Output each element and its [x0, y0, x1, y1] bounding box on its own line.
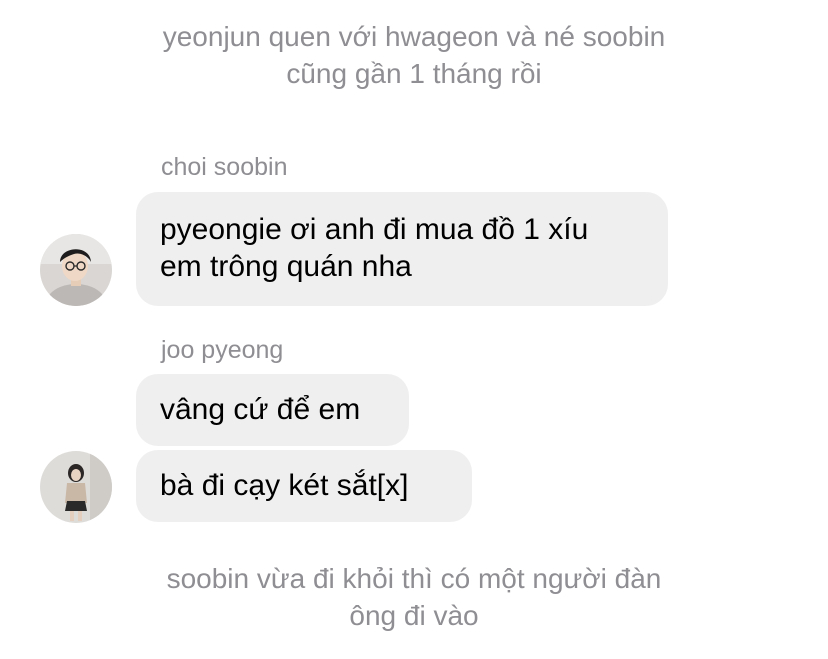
- message-line-1: pyeongie ơi anh đi mua đồ 1 xíu: [160, 213, 589, 246]
- narration-bottom: soobin vừa đi khỏi thì có một người đàn …: [0, 560, 828, 634]
- narration-bottom-line-1: soobin vừa đi khỏi thì có một người đàn: [166, 563, 662, 594]
- sender-name: joo pyeong: [161, 336, 284, 364]
- narration-top: yeonjun quen với hwageon và né soobin cũ…: [0, 18, 828, 92]
- narration-bottom-line-2: ông đi vào: [349, 600, 479, 631]
- narration-top-line-2: cũng gần 1 tháng rồi: [286, 58, 542, 89]
- message-bubble[interactable]: pyeongie ơi anh đi mua đồ 1 xíu em trông…: [136, 192, 668, 306]
- avatar-female-icon[interactable]: [40, 451, 112, 523]
- message-bubble[interactable]: bà đi cạy két sắt[x]: [136, 450, 472, 522]
- message-line-2: em trông quán nha: [160, 250, 412, 283]
- sender-name: choi soobin: [161, 153, 288, 181]
- message-bubble[interactable]: vâng cứ để em: [136, 374, 409, 446]
- avatar-male-icon[interactable]: [40, 234, 112, 306]
- narration-top-line-1: yeonjun quen với hwageon và né soobin: [162, 21, 666, 52]
